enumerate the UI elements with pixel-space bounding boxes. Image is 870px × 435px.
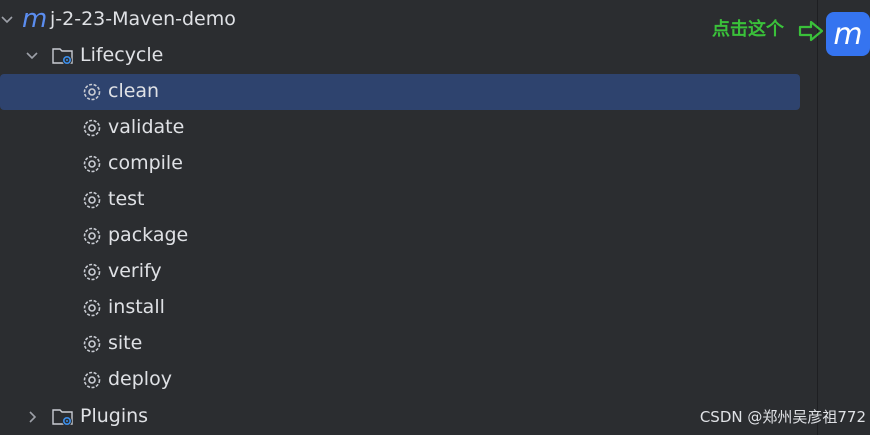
lifecycle-item-verify[interactable]: verify <box>0 254 800 290</box>
lifecycle-item-install[interactable]: install <box>0 290 800 326</box>
lifecycle-item-test[interactable]: test <box>0 182 800 218</box>
lifecycle-item-deploy[interactable]: deploy <box>0 362 800 398</box>
lifecycle-item-label: deploy <box>108 368 172 390</box>
lifecycle-label: Lifecycle <box>80 44 164 66</box>
lifecycle-item-label: compile <box>108 152 183 174</box>
gear-icon <box>80 296 104 320</box>
gear-icon <box>80 116 104 140</box>
maven-tool-window-button[interactable]: m <box>826 12 870 56</box>
gear-icon <box>80 188 104 212</box>
gear-icon <box>80 224 104 248</box>
lifecycle-item-validate[interactable]: validate <box>0 110 800 146</box>
gear-icon <box>80 368 104 392</box>
lifecycle-row[interactable]: Lifecycle <box>0 38 800 74</box>
lifecycle-item-label: test <box>108 188 145 210</box>
lifecycle-item-label: site <box>108 332 143 354</box>
plugins-row[interactable]: Plugins <box>0 399 800 435</box>
right-tool-strip <box>818 0 870 435</box>
maven-tree: m j-2-23-Maven-demo Lifecycle clean vali… <box>0 0 817 435</box>
lifecycle-item-label: clean <box>108 80 160 102</box>
folder-gear-icon <box>51 405 75 429</box>
annotation-text: 点击这个 <box>712 19 784 40</box>
lifecycle-item-label: validate <box>108 116 185 138</box>
gear-icon <box>80 260 104 284</box>
maven-m-icon: m <box>22 4 48 34</box>
gear-icon <box>80 152 104 176</box>
lifecycle-item-site[interactable]: site <box>0 326 800 362</box>
arrow-right-icon <box>798 20 824 42</box>
gear-icon <box>80 332 104 356</box>
lifecycle-item-label: verify <box>108 260 162 282</box>
lifecycle-item-compile[interactable]: compile <box>0 146 800 182</box>
folder-gear-icon <box>51 44 75 68</box>
chevron-right-icon[interactable] <box>25 410 39 424</box>
chevron-down-icon[interactable] <box>25 49 39 63</box>
lifecycle-item-label: package <box>108 224 189 246</box>
project-row[interactable]: m j-2-23-Maven-demo <box>0 2 800 38</box>
project-name: j-2-23-Maven-demo <box>50 8 236 30</box>
watermark: CSDN @郑州吴彦祖772 <box>699 408 866 426</box>
chevron-down-icon[interactable] <box>0 13 14 27</box>
gear-icon <box>80 80 104 104</box>
lifecycle-item-label: install <box>108 296 165 318</box>
plugins-label: Plugins <box>80 405 149 427</box>
lifecycle-item-package[interactable]: package <box>0 218 800 254</box>
lifecycle-item-clean[interactable]: clean <box>0 74 800 110</box>
